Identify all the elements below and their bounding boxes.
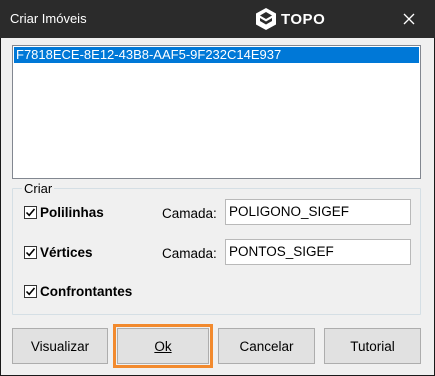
close-button[interactable] (396, 6, 422, 32)
list-item[interactable]: F7818ECE-8E12-43B8-AAF5-9F232C14E937 (14, 47, 419, 63)
tutorial-label: Tutorial (350, 338, 395, 354)
title-bar: Criar Imóveis TOPO (0, 0, 435, 38)
checkbox-box[interactable] (24, 285, 37, 298)
vertices-checkbox[interactable]: Vértices (24, 245, 93, 260)
confrontantes-checkbox[interactable]: Confrontantes (24, 284, 132, 299)
checkmark-icon (25, 208, 36, 217)
topo-logo-icon (256, 8, 276, 30)
window-title: Criar Imóveis (10, 11, 87, 26)
property-listbox[interactable]: F7818ECE-8E12-43B8-AAF5-9F232C14E937 (12, 45, 421, 179)
checkbox-box[interactable] (24, 206, 37, 219)
ok-label: Ok (154, 338, 172, 354)
cancelar-button[interactable]: Cancelar (218, 328, 315, 364)
camada-polilinhas-input[interactable]: POLIGONO_SIGEF (225, 199, 411, 225)
checkmark-icon (25, 287, 36, 296)
cancelar-label: Cancelar (239, 338, 294, 354)
camada-label-1: Camada: (162, 206, 217, 221)
close-icon (403, 13, 415, 25)
checkbox-box[interactable] (24, 246, 37, 259)
camada-label-2: Camada: (162, 246, 217, 261)
logo-text: TOPO (281, 10, 326, 28)
criar-groupbox: Criar Polilinhas Camada: POLIGONO_SIGEF … (12, 181, 421, 315)
dialog-body: F7818ECE-8E12-43B8-AAF5-9F232C14E937 Cri… (1, 38, 434, 375)
tutorial-button[interactable]: Tutorial (324, 328, 421, 364)
confrontantes-label: Confrontantes (40, 284, 133, 299)
topo-logo: TOPO (255, 7, 325, 31)
vertices-label: Vértices (40, 245, 93, 260)
camada-vertices-input[interactable]: PONTOS_SIGEF (225, 239, 411, 265)
visualizar-button[interactable]: Visualizar (12, 328, 108, 364)
polilinhas-label: Polilinhas (40, 205, 104, 220)
group-label: Criar (22, 181, 55, 196)
polilinhas-checkbox[interactable]: Polilinhas (24, 205, 104, 220)
visualizar-label: Visualizar (30, 338, 90, 354)
ok-button[interactable]: Ok (113, 324, 213, 368)
checkmark-icon (25, 248, 36, 257)
